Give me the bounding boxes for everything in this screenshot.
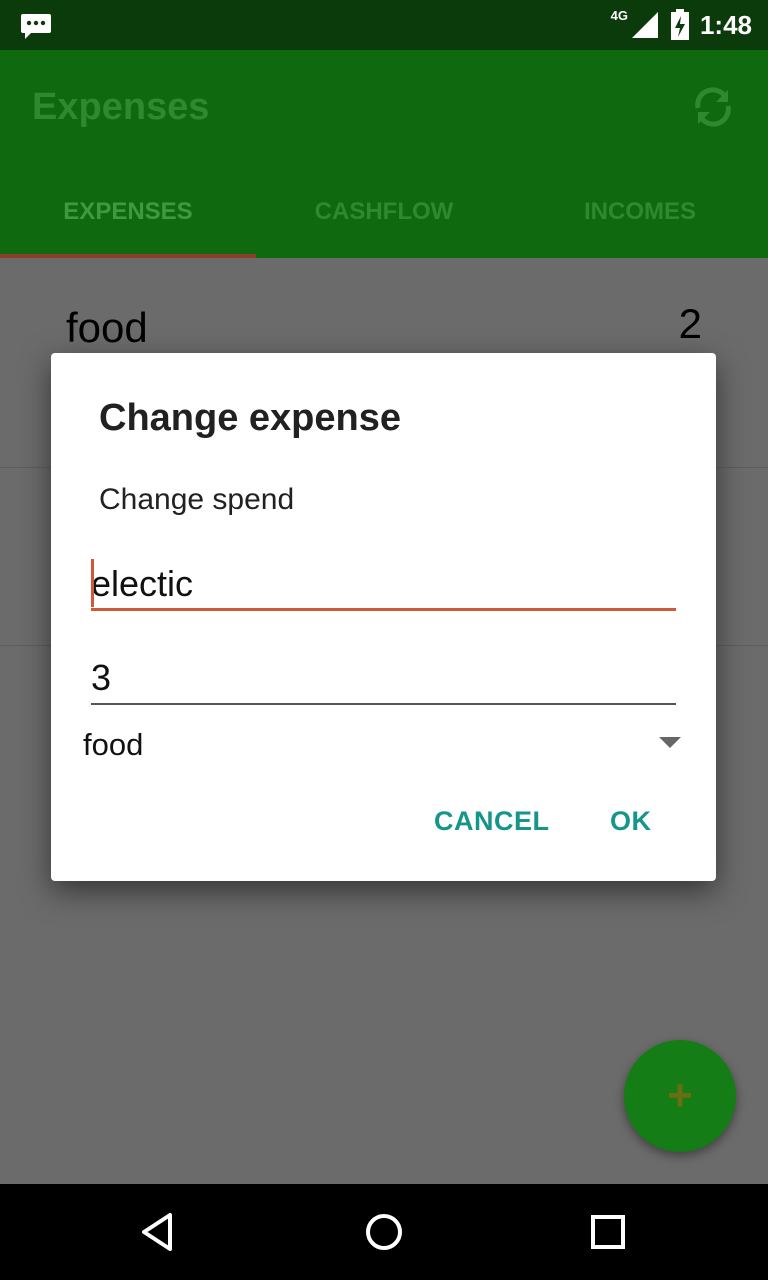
tab-incomes[interactable]: INCOMES <box>512 165 768 258</box>
ok-button[interactable]: OK <box>610 806 652 837</box>
back-icon[interactable] <box>134 1206 186 1258</box>
category-selected-value: food <box>83 727 144 762</box>
signal-icon <box>631 12 658 38</box>
message-notification-icon <box>21 14 51 39</box>
expense-amount-input[interactable] <box>91 653 676 705</box>
tab-expenses[interactable]: EXPENSES <box>0 165 256 258</box>
plus-icon: + <box>667 1071 693 1120</box>
dialog-title: Change expense <box>99 397 401 439</box>
cancel-button[interactable]: CANCEL <box>434 806 550 837</box>
clock: 1:48 <box>699 9 752 40</box>
app-bar: Expenses EXPENSES CASHFLOW INCOMES <box>0 50 768 258</box>
text-cursor <box>91 559 94 607</box>
expense-amount: 2 <box>678 300 702 347</box>
network-type-label: 4G <box>610 8 628 23</box>
category-dropdown[interactable]: food <box>83 723 681 773</box>
expense-name: food <box>66 304 148 351</box>
recents-icon[interactable] <box>582 1206 634 1258</box>
status-bar: 4G 1:48 <box>0 0 768 50</box>
battery-icon <box>670 9 689 40</box>
tab-bar: EXPENSES CASHFLOW INCOMES <box>0 165 768 258</box>
navigation-bar <box>0 1184 768 1280</box>
sync-icon[interactable] <box>688 82 738 132</box>
app-title: Expenses <box>32 86 210 128</box>
change-expense-dialog: Change expense Change spend food CANCEL … <box>51 353 716 881</box>
tab-cashflow[interactable]: CASHFLOW <box>256 165 512 258</box>
dialog-message: Change spend <box>99 483 295 516</box>
home-icon[interactable] <box>358 1206 410 1258</box>
dropdown-arrow-icon <box>659 737 681 748</box>
add-expense-button[interactable]: + <box>624 1040 736 1152</box>
expense-name-input[interactable] <box>91 560 676 611</box>
